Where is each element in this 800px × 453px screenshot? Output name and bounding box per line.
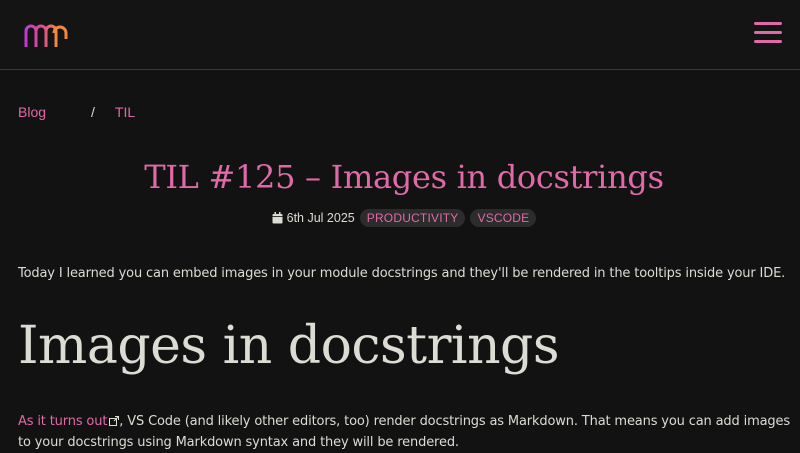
as-it-turns-out-link[interactable]: As it turns out (18, 414, 120, 429)
section-heading: Images in docstrings (18, 316, 560, 376)
tag-vscode[interactable]: VSCODE (470, 209, 537, 227)
link-text: As it turns out (18, 414, 108, 429)
article-meta: 6th Jul 2025 PRODUCTIVITY VSCODE (0, 209, 800, 227)
breadcrumb-til-link[interactable]: TIL (115, 104, 135, 120)
article-date: 6th Jul 2025 (272, 211, 355, 225)
breadcrumb: Blog / TIL (18, 104, 135, 120)
site-logo-icon[interactable] (24, 23, 68, 49)
menu-bar (754, 31, 782, 34)
tag-productivity[interactable]: PRODUCTIVITY (359, 209, 466, 227)
menu-bar (754, 22, 782, 25)
paragraph-line2: to your docstrings using Markdown syntax… (18, 435, 459, 450)
menu-bar (754, 40, 782, 43)
article-intro: Today I learned you can embed images in … (18, 266, 786, 281)
article-date-text: 6th Jul 2025 (286, 211, 355, 225)
paragraph-line1: , VS Code (and likely other editors, too… (119, 414, 790, 429)
breadcrumb-blog-link[interactable]: Blog (18, 104, 46, 120)
calendar-icon (272, 212, 283, 224)
article-paragraph: As it turns out , VS Code (and likely ot… (18, 411, 793, 453)
hamburger-menu-icon[interactable] (754, 22, 782, 44)
breadcrumb-separator: / (91, 104, 95, 120)
external-link-icon (109, 416, 120, 426)
page-title: TIL #125 – Images in docstrings (144, 158, 664, 196)
site-header (0, 0, 800, 70)
